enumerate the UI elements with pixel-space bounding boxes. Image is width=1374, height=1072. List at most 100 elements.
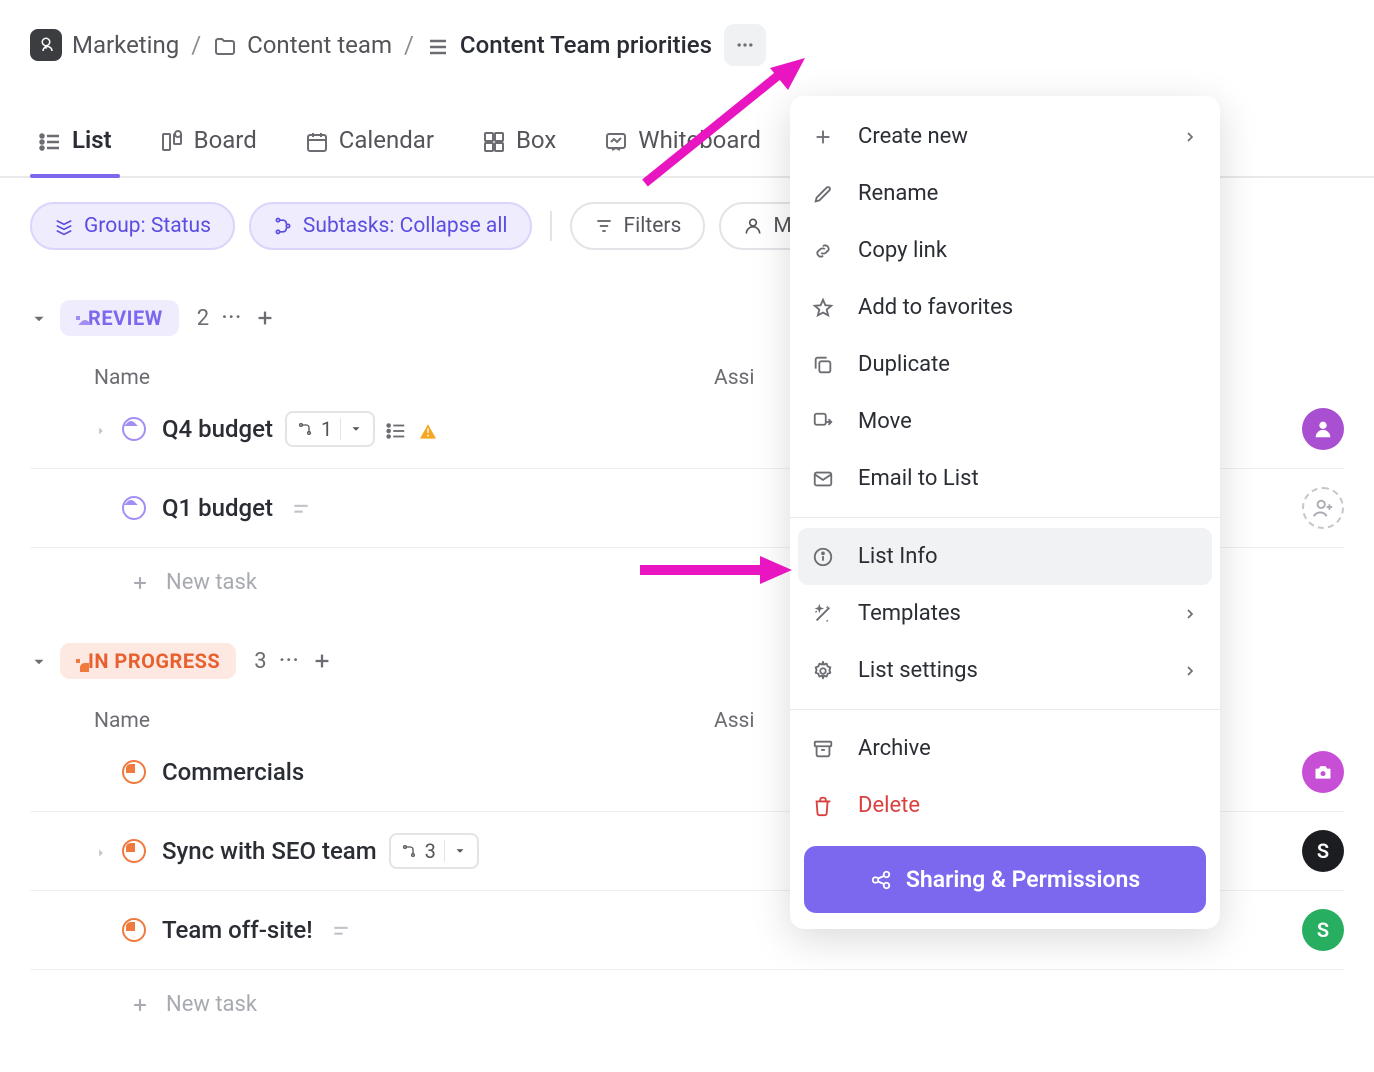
- status-pill-inprogress[interactable]: IN PROGRESS: [60, 643, 236, 679]
- wand-icon: [812, 603, 838, 625]
- star-icon: [812, 297, 838, 319]
- group-more[interactable]: ···: [221, 303, 241, 333]
- group-add-task[interactable]: [254, 307, 276, 329]
- status-dot-icon: [76, 316, 80, 320]
- task-status-icon[interactable]: [122, 496, 146, 520]
- task-status-icon[interactable]: [122, 918, 146, 942]
- menu-move[interactable]: Move: [790, 393, 1220, 450]
- task-name: Commercials: [162, 758, 304, 786]
- task-status-icon[interactable]: [122, 760, 146, 784]
- expand-icon[interactable]: [94, 837, 122, 865]
- new-task-label: New task: [166, 570, 257, 595]
- menu-label: List settings: [858, 658, 978, 683]
- menu-add-favorites[interactable]: Add to favorites: [790, 279, 1220, 336]
- tab-board[interactable]: Board: [152, 110, 265, 170]
- new-task-button[interactable]: New task: [30, 970, 1344, 1039]
- group-count: 2: [197, 306, 209, 331]
- group-count: 3: [254, 649, 266, 674]
- subtask-badge[interactable]: 3: [389, 833, 479, 869]
- col-name: Name: [94, 366, 714, 390]
- group-add-task[interactable]: [311, 650, 333, 672]
- sharing-permissions-button[interactable]: Sharing & Permissions: [804, 846, 1206, 913]
- menu-create-new[interactable]: Create new: [790, 108, 1220, 165]
- task-name: Q4 budget: [162, 415, 273, 443]
- tab-list-label: List: [72, 126, 112, 154]
- duplicate-icon: [812, 354, 838, 376]
- tab-board-label: Board: [194, 126, 257, 154]
- subtasks-label: Subtasks: Collapse all: [303, 214, 508, 238]
- breadcrumb-list-label: Content Team priorities: [460, 31, 712, 59]
- filters-pill[interactable]: Filters: [570, 202, 706, 250]
- task-status-icon[interactable]: [122, 417, 146, 441]
- whiteboard-view-icon: [604, 126, 628, 154]
- menu-rename[interactable]: Rename: [790, 165, 1220, 222]
- space-icon: [30, 29, 62, 61]
- checklist-icon[interactable]: [385, 415, 407, 443]
- chevron-right-icon: [1182, 658, 1198, 683]
- warning-icon: [417, 415, 439, 443]
- group-more[interactable]: ···: [279, 646, 299, 676]
- col-assignee: Assi: [714, 366, 754, 390]
- task-name: Sync with SEO team: [162, 837, 377, 865]
- breadcrumb-list[interactable]: Content Team priorities: [426, 31, 712, 59]
- list-view-icon: [38, 126, 62, 154]
- group-status-label: IN PROGRESS: [88, 649, 220, 673]
- expand-icon[interactable]: [94, 415, 122, 443]
- subtask-count: 1: [321, 417, 332, 441]
- menu-label: Add to favorites: [858, 295, 1013, 320]
- menu-copy-link[interactable]: Copy link: [790, 222, 1220, 279]
- task-name: Q1 budget: [162, 494, 273, 522]
- menu-label: Create new: [858, 124, 968, 149]
- list-more-button[interactable]: [724, 24, 766, 66]
- menu-label: Rename: [858, 181, 938, 206]
- tab-whiteboard[interactable]: Whiteboard: [596, 110, 769, 170]
- breadcrumb-folder[interactable]: Content team: [213, 31, 392, 59]
- menu-label: Archive: [858, 736, 931, 761]
- menu-divider: [790, 709, 1220, 710]
- tab-box[interactable]: Box: [474, 110, 564, 170]
- info-icon: [812, 546, 838, 568]
- breadcrumb-sep: /: [191, 31, 201, 59]
- menu-label: Delete: [858, 793, 920, 818]
- assignee-avatar[interactable]: [1302, 408, 1344, 450]
- menu-label: Duplicate: [858, 352, 950, 377]
- menu-duplicate[interactable]: Duplicate: [790, 336, 1220, 393]
- breadcrumb-sep: /: [404, 31, 414, 59]
- task-name: Team off-site!: [162, 916, 313, 944]
- box-view-icon: [482, 126, 506, 154]
- chevron-down-icon: [453, 844, 467, 858]
- group-status-label: REVIEW: [88, 306, 163, 330]
- tab-box-label: Box: [516, 126, 556, 154]
- assignee-avatar[interactable]: [1302, 751, 1344, 793]
- tab-list[interactable]: List: [30, 110, 120, 170]
- menu-delete[interactable]: Delete: [790, 777, 1220, 834]
- description-icon: [331, 916, 351, 944]
- tab-calendar[interactable]: Calendar: [297, 110, 442, 170]
- group-toggle[interactable]: [30, 308, 48, 328]
- menu-list-info[interactable]: List Info: [798, 528, 1212, 585]
- assignee-avatar[interactable]: S: [1302, 830, 1344, 872]
- breadcrumb-space-label: Marketing: [72, 31, 179, 59]
- group-toggle[interactable]: [30, 651, 48, 671]
- menu-list-settings[interactable]: List settings: [790, 642, 1220, 699]
- subtask-badge[interactable]: 1: [285, 411, 375, 447]
- status-dot-icon: [76, 659, 80, 663]
- menu-templates[interactable]: Templates: [790, 585, 1220, 642]
- sharing-button-label: Sharing & Permissions: [906, 866, 1140, 893]
- menu-label: List Info: [858, 544, 938, 569]
- menu-email-to-list[interactable]: Email to List: [790, 450, 1220, 507]
- menu-divider: [790, 517, 1220, 518]
- breadcrumb-space[interactable]: Marketing: [30, 29, 179, 61]
- pill-divider: [550, 211, 552, 241]
- menu-label: Templates: [858, 601, 961, 626]
- menu-archive[interactable]: Archive: [790, 720, 1220, 777]
- status-pill-review[interactable]: REVIEW: [60, 300, 179, 336]
- assignee-avatar[interactable]: S: [1302, 909, 1344, 951]
- task-status-icon[interactable]: [122, 839, 146, 863]
- description-icon: [291, 494, 311, 522]
- mail-icon: [812, 468, 838, 490]
- group-by-pill[interactable]: Group: Status: [30, 202, 235, 250]
- filters-label: Filters: [624, 214, 682, 238]
- subtasks-pill[interactable]: Subtasks: Collapse all: [249, 202, 532, 250]
- assign-button[interactable]: [1302, 487, 1344, 529]
